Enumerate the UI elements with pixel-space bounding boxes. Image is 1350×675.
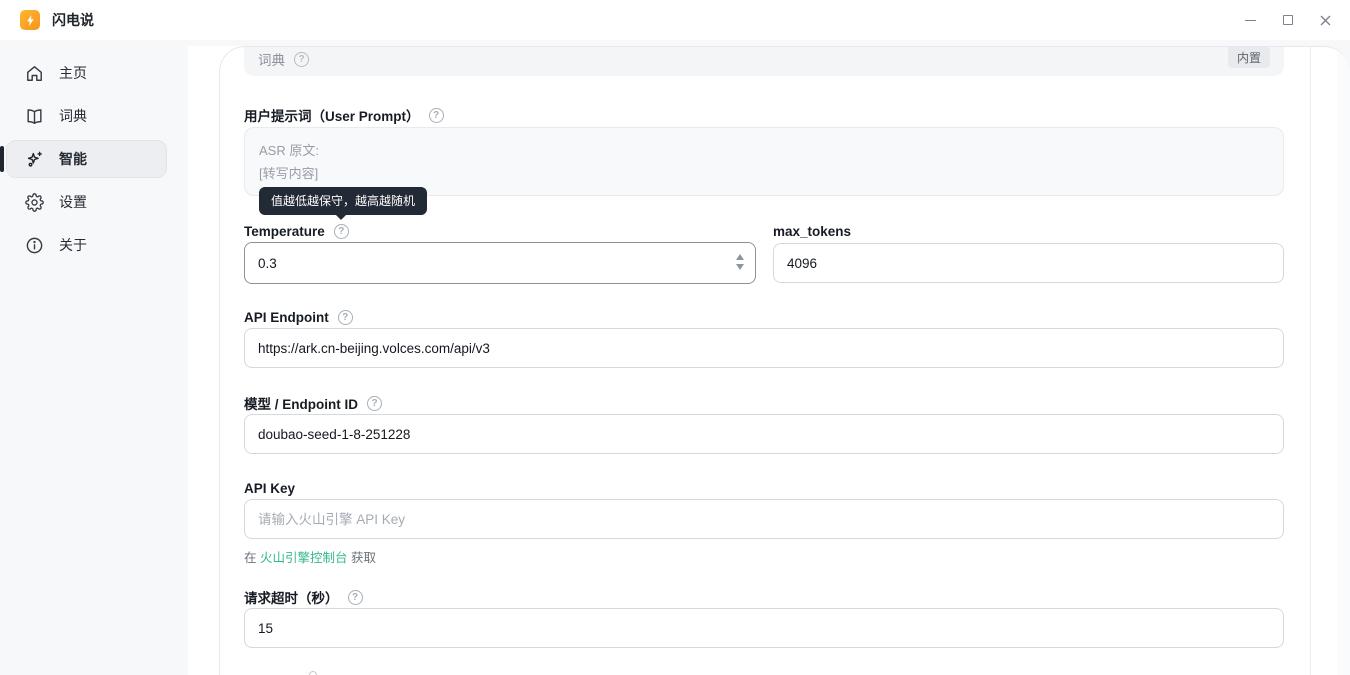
sidebar: 主页 词典 智能 设置 关于 <box>0 40 188 675</box>
active-nav-indicator <box>0 146 4 172</box>
content-right-divider <box>1310 47 1311 675</box>
helper-suffix: 获取 <box>348 551 376 565</box>
sparkles-icon <box>25 150 44 169</box>
user-prompt-label-row: 用户提示词（User Prompt） <box>244 107 444 123</box>
volcengine-console-link[interactable]: 火山引擎控制台 <box>260 551 348 565</box>
sidebar-item-home[interactable]: 主页 <box>6 54 167 92</box>
maximize-button[interactable] <box>1270 0 1306 40</box>
home-icon <box>25 64 44 83</box>
help-icon[interactable] <box>334 224 349 239</box>
info-icon <box>25 236 44 255</box>
close-icon <box>1320 15 1331 26</box>
api-key-helper: 在 火山引擎控制台 获取 <box>244 547 376 566</box>
sidebar-item-dictionary[interactable]: 词典 <box>6 97 167 135</box>
max-tokens-input[interactable] <box>773 243 1284 283</box>
builtin-badge[interactable]: 内置 <box>1228 46 1270 68</box>
sidebar-item-about[interactable]: 关于 <box>6 226 167 264</box>
dictionary-field[interactable]: 词典 内置 <box>244 46 1284 76</box>
max-tokens-label: max_tokens <box>773 224 851 239</box>
model-input[interactable] <box>244 414 1284 454</box>
stepper-up-icon[interactable] <box>736 254 744 260</box>
temperature-label: Temperature <box>244 224 325 239</box>
app-title: 闪电说 <box>52 0 94 40</box>
api-key-label-row: API Key <box>244 480 295 496</box>
book-icon <box>25 107 44 126</box>
api-key-input[interactable] <box>244 499 1284 539</box>
sidebar-item-settings[interactable]: 设置 <box>6 183 167 221</box>
help-icon[interactable] <box>429 108 444 123</box>
user-prompt-line: [转写内容] <box>259 162 1269 185</box>
app-logo-lightning-icon <box>20 10 40 30</box>
helper-prefix: 在 <box>244 551 260 565</box>
user-prompt-line: ASR 原文: <box>259 139 1269 162</box>
minimize-button[interactable] <box>1232 0 1268 40</box>
api-endpoint-label-row: API Endpoint <box>244 309 353 325</box>
dictionary-label: 词典 <box>258 49 285 69</box>
minimize-icon <box>1245 20 1256 21</box>
user-prompt-textarea[interactable]: ASR 原文: [转写内容] <box>244 127 1284 196</box>
sidebar-item-label: 设置 <box>59 192 87 212</box>
max-tokens-label-row: max_tokens <box>773 223 851 239</box>
api-endpoint-label: API Endpoint <box>244 310 329 325</box>
sidebar-item-label: 智能 <box>59 149 87 169</box>
close-button[interactable] <box>1307 0 1343 40</box>
temperature-input[interactable] <box>244 242 756 284</box>
timeout-label: 请求超时（秒） <box>244 587 339 607</box>
scrollbar-track[interactable] <box>1337 47 1350 675</box>
maximize-icon <box>1283 15 1293 25</box>
gear-icon <box>25 193 44 212</box>
help-icon[interactable] <box>367 396 382 411</box>
sidebar-item-label: 关于 <box>59 235 87 255</box>
sidebar-item-ai[interactable]: 智能 <box>6 140 167 178</box>
timeout-input[interactable] <box>244 608 1284 648</box>
api-key-label: API Key <box>244 481 295 496</box>
help-icon[interactable] <box>294 52 309 67</box>
temperature-tooltip: 值越低越保守，越高越随机 <box>259 187 427 215</box>
help-icon[interactable] <box>338 310 353 325</box>
app-window: 闪电说 主页 词典 智能 设置 关于 <box>0 0 1350 675</box>
settings-panel: 词典 内置 用户提示词（User Prompt） ASR 原文: [转写内容] … <box>219 46 1350 675</box>
stepper-down-icon[interactable] <box>736 264 744 270</box>
help-icon[interactable] <box>348 590 363 605</box>
dictionary-label-row: 词典 <box>258 49 309 69</box>
api-endpoint-input[interactable] <box>244 328 1284 368</box>
temperature-label-row: Temperature <box>244 223 349 239</box>
timeout-label-row: 请求超时（秒） <box>244 589 363 605</box>
clipped-help-icon <box>309 671 317 675</box>
model-label-row: 模型 / Endpoint ID <box>244 395 382 411</box>
model-label: 模型 / Endpoint ID <box>244 393 358 413</box>
sidebar-item-label: 词典 <box>59 106 87 126</box>
titlebar: 闪电说 <box>0 0 1350 40</box>
temperature-stepper[interactable] <box>733 254 747 270</box>
user-prompt-label: 用户提示词（User Prompt） <box>244 105 420 125</box>
sidebar-item-label: 主页 <box>59 63 87 83</box>
